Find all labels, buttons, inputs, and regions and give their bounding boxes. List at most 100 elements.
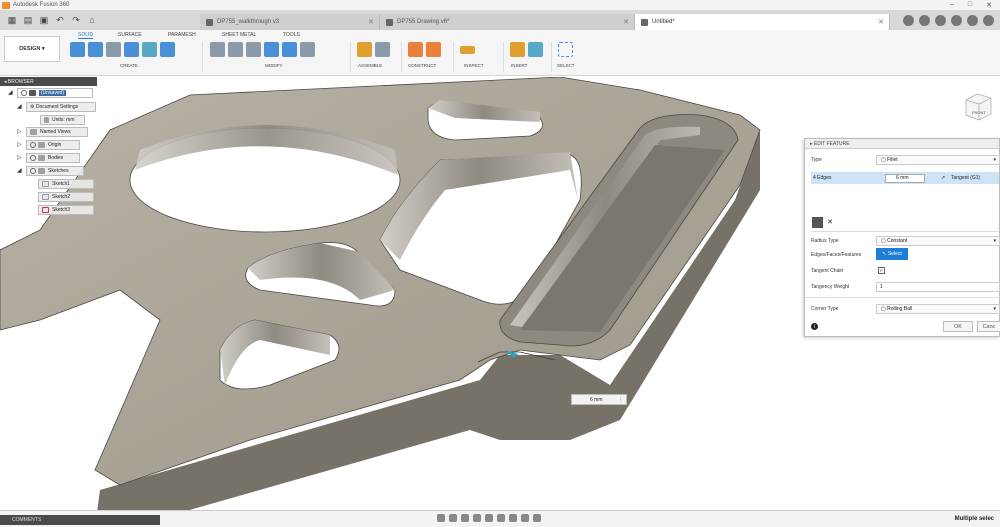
edges-selection-row[interactable]: 4 Edges 6 mm ↗ Tangent (G1) <box>811 172 999 184</box>
tab-dp755-walkthrough[interactable]: DP755_walkthrough v3 ✕ <box>200 14 380 30</box>
expand-sketches-icon[interactable]: ◢ <box>17 167 22 174</box>
file-icon[interactable]: ▤ <box>22 15 34 26</box>
offset-plane-icon[interactable] <box>408 42 423 57</box>
view-cube[interactable]: FRONT <box>963 90 993 122</box>
environment-icon[interactable] <box>533 514 541 522</box>
tab-paramesh[interactable]: PARAMESH <box>168 32 196 38</box>
select-menu-label[interactable]: SELECT <box>557 63 575 68</box>
remove-edge-icon[interactable]: ✕ <box>827 218 833 226</box>
save-icon[interactable]: ▣ <box>38 15 50 26</box>
browser-sketches[interactable]: Sketches <box>26 166 84 176</box>
more-options-icon[interactable]: ⋮ <box>618 397 623 403</box>
grid-menu-icon[interactable]: ▦ <box>6 15 18 26</box>
visibility-icon[interactable] <box>30 142 36 148</box>
job-status-icon[interactable] <box>935 14 946 26</box>
visibility-icon[interactable] <box>30 155 36 161</box>
insert-menu-label[interactable]: INSERT <box>511 63 527 68</box>
info-icon[interactable]: i <box>811 323 818 330</box>
browser-origin[interactable]: Origin <box>26 140 80 150</box>
corner-type-dropdown[interactable]: ▢ Rolling Ball ▾ <box>876 304 1000 314</box>
look-at-icon[interactable] <box>449 514 457 522</box>
ok-button[interactable]: OK <box>943 321 973 332</box>
browser-root-node[interactable]: (Unsaved) <box>17 88 93 98</box>
tab-surface[interactable]: SURFACE <box>118 32 142 38</box>
minimize-icon[interactable]: – <box>950 1 954 9</box>
box-icon[interactable] <box>160 42 175 57</box>
avatar[interactable] <box>983 14 994 26</box>
close-tab-icon[interactable]: ✕ <box>878 18 884 26</box>
joint-icon[interactable] <box>375 42 390 57</box>
plane-at-angle-icon[interactable] <box>426 42 441 57</box>
zoom-icon[interactable] <box>473 514 481 522</box>
tab-dp755-drawing[interactable]: DP755 Drawing v6* ✕ <box>380 14 635 30</box>
help-icon[interactable] <box>967 14 978 26</box>
revolve-icon[interactable] <box>106 42 121 57</box>
new-tab-icon[interactable] <box>903 14 914 26</box>
cancel-button[interactable]: Canc <box>977 321 1000 332</box>
close-icon[interactable]: ✕ <box>986 1 992 9</box>
browser-bodies[interactable]: Bodies <box>26 153 80 163</box>
expand-doc-settings-icon[interactable]: ◢ <box>17 103 22 110</box>
close-tab-icon[interactable]: ✕ <box>623 18 629 26</box>
tab-sheet-metal[interactable]: SHEET METAL <box>222 32 256 38</box>
construct-menu-label[interactable]: CONSTRUCT <box>408 63 436 68</box>
browser-named-views[interactable]: Named Views <box>26 127 88 137</box>
notifications-icon[interactable] <box>951 14 962 26</box>
comments-panel[interactable]: COMMENTS <box>0 515 160 525</box>
combine-icon[interactable] <box>282 42 297 57</box>
pattern-icon[interactable] <box>142 42 157 57</box>
move-copy-icon[interactable] <box>300 42 315 57</box>
expand-bodies-icon[interactable]: ▷ <box>17 154 22 161</box>
tangency-weight-input[interactable]: 1 <box>876 282 1000 292</box>
redo-icon[interactable]: ↷ <box>70 15 82 26</box>
pan-icon[interactable] <box>461 514 469 522</box>
tangent-chain-checkbox[interactable]: ✓ <box>878 267 885 274</box>
create-menu-label[interactable]: CREATE <box>120 63 138 68</box>
hole-icon[interactable] <box>124 42 139 57</box>
insert-derive-icon[interactable] <box>510 42 525 57</box>
new-sketch-icon[interactable] <box>70 42 85 57</box>
expand-origin-icon[interactable]: ▷ <box>17 141 22 148</box>
fillet-icon[interactable] <box>228 42 243 57</box>
add-edge-icon[interactable] <box>812 217 823 228</box>
inspect-menu-label[interactable]: INSPECT <box>464 63 484 68</box>
viewports-icon[interactable] <box>521 514 529 522</box>
visibility-icon[interactable] <box>30 168 36 174</box>
undo-icon[interactable]: ↶ <box>54 15 66 26</box>
tab-untitled[interactable]: Untitled* ✕ <box>635 14 890 30</box>
continuity-label[interactable]: Tangent (G1) <box>951 175 980 181</box>
dialog-header[interactable]: ▸ EDIT FEATURE <box>805 139 999 149</box>
browser-units[interactable]: Units: mm <box>40 115 85 125</box>
home-icon[interactable]: ⌂ <box>86 15 98 25</box>
browser-sketch3[interactable]: Sketch3 <box>38 205 94 215</box>
expand-named-views-icon[interactable]: ▷ <box>17 128 22 135</box>
browser-sketch2[interactable]: Sketch2 <box>38 192 94 202</box>
extensions-icon[interactable] <box>919 14 930 26</box>
radius-type-dropdown[interactable]: ▢ Constant ▾ <box>876 236 1000 246</box>
shell-icon[interactable] <box>264 42 279 57</box>
select-icon[interactable] <box>558 42 573 57</box>
type-dropdown[interactable]: ▢ Fillet ▾ <box>876 155 1000 165</box>
browser-header[interactable]: ◂ BROWSER <box>0 77 97 86</box>
visibility-icon[interactable] <box>21 90 27 96</box>
browser-sketch1[interactable]: Sketch1 <box>38 179 94 189</box>
display-settings-icon[interactable] <box>497 514 505 522</box>
radius-manipulator-input[interactable]: 6 mm ⋮ <box>571 394 627 405</box>
insert-image-icon[interactable] <box>528 42 543 57</box>
select-button[interactable]: ↖ Select <box>876 248 908 260</box>
workspace-switcher[interactable]: DESIGN ▾ <box>4 36 60 62</box>
tab-tools[interactable]: TOOLS <box>283 32 300 38</box>
expand-root-icon[interactable]: ◢ <box>8 89 13 96</box>
measure-icon[interactable] <box>460 46 475 54</box>
browser-doc-settings[interactable]: ⚙ Document Settings <box>26 102 96 112</box>
extrude-icon[interactable] <box>88 42 103 57</box>
fit-icon[interactable] <box>485 514 493 522</box>
tab-solid[interactable]: SOLID <box>78 32 94 39</box>
maximize-icon[interactable]: □ <box>968 1 972 9</box>
assemble-menu-label[interactable]: ASSEMBLE <box>358 63 382 68</box>
orbit-icon[interactable] <box>437 514 445 522</box>
press-pull-icon[interactable] <box>210 42 225 57</box>
close-tab-icon[interactable]: ✕ <box>368 18 374 26</box>
radius-input[interactable]: 6 mm <box>885 173 925 183</box>
new-component-icon[interactable] <box>357 42 372 57</box>
